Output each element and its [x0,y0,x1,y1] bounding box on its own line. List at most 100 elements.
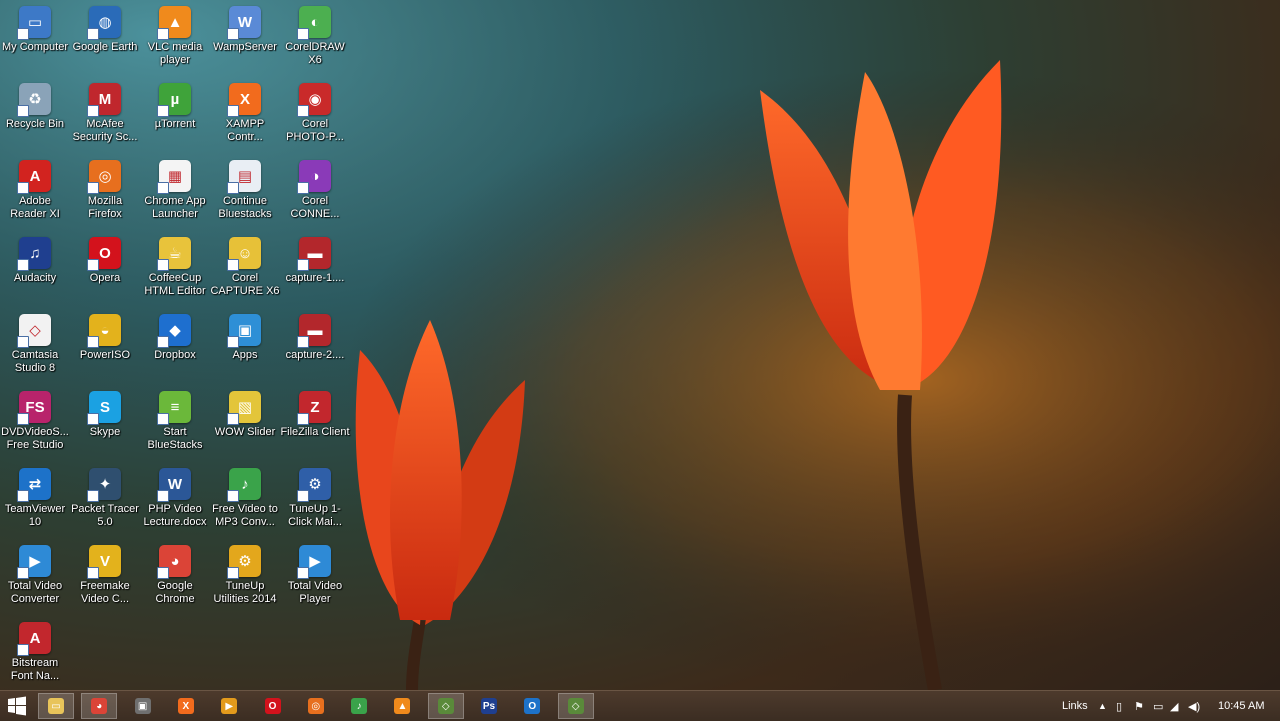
desktop-icon[interactable]: ⇄ TeamViewer 10 [0,464,70,529]
desktop-icon-label: CorelDRAW X6 [285,41,345,66]
volume-icon[interactable]: ◀) [1188,700,1200,713]
taskbar-button[interactable]: ▭ [38,693,74,719]
desktop-icon[interactable]: FS DVDVideoS... Free Studio [0,387,70,452]
signal-icon[interactable]: ◢ [1170,700,1178,713]
desktop-icon[interactable]: ◉ Corel PHOTO-P... [280,79,350,144]
desktop-icon-label: Apps [232,349,258,361]
taskbar-button[interactable]: ◇ [427,693,464,719]
desktop-icon[interactable]: ▦ Chrome App Launcher [140,156,210,221]
desktop-icon[interactable]: ◍ Google Earth [70,2,140,54]
taskbar-button[interactable]: O [514,693,550,719]
desktop-icon[interactable]: ⚙ TuneUp 1-Click Mai... [280,464,350,529]
battery-icon[interactable]: ▭ [1153,700,1163,713]
desktop-icon[interactable]: ◕ Google Chrome [140,541,210,606]
desktop-icon[interactable]: ♻ Recycle Bin [0,79,70,131]
taskbar-button[interactable]: O [255,693,291,719]
corel-capture-icon: ☺ [227,237,261,271]
desktop-icon[interactable]: ◎ Mozilla Firefox [70,156,140,221]
google-earth-icon: ◍ [87,6,121,40]
desktop-icon[interactable]: O Opera [70,233,140,285]
desktop-icon[interactable]: ◐ CorelDRAW X6 [280,2,350,67]
desktop-icon[interactable]: ▣ Apps [210,310,280,362]
desktop-icon[interactable]: ▬ capture-2.... [280,310,350,362]
desktop-icon-label: PowerISO [79,349,131,361]
desktop-icon-label: Corel PHOTO-P... [286,118,344,143]
tuneup-utilities-icon: ⚙ [227,545,261,579]
desktop-icon[interactable]: ⚙ TuneUp Utilities 2014 [210,541,280,606]
desktop-icon[interactable]: ◆ Dropbox [140,310,210,362]
poweriso-icon: ◒ [87,314,121,348]
wow-slider-icon: ▧ [227,391,261,425]
desktop-icon-label: PHP Video Lecture.docx [143,503,207,528]
desktop-icon[interactable]: ☕ CoffeeCup HTML Editor [140,233,210,298]
desktop-icon[interactable]: ▧ WOW Slider [210,387,280,439]
file-explorer-icon: ▭ [48,698,64,714]
desktop-icon[interactable]: ♫ Audacity [0,233,70,285]
desktop-icon[interactable]: V Freemake Video C... [70,541,140,606]
desktop-icon[interactable]: ◒ PowerISO [70,310,140,362]
desktop-icon[interactable]: A Adobe Reader XI [0,156,70,221]
taskbar-button[interactable]: ◕ [81,693,118,719]
desktop-icon-label: Continue Bluestacks [218,195,272,220]
taskbar-button[interactable]: ◎ [298,693,334,719]
taskbar-button[interactable]: ♪ [341,693,377,719]
adobe-reader-icon: A [17,160,51,194]
taskbar-button[interactable]: X [168,693,204,719]
desktop-icon[interactable]: ▬ capture-1.... [280,233,350,285]
desktop-icon[interactable]: X XAMPP Contr... [210,79,280,144]
desktop-icon[interactable]: A Bitstream Font Na... [0,618,70,683]
desktop-icon[interactable]: M McAfee Security Sc... [70,79,140,144]
desktop-icon[interactable]: µ µTorrent [140,79,210,131]
desktop-icon-label: Google Chrome [155,580,195,605]
desktop-icon[interactable]: ≡ Start BlueStacks [140,387,210,452]
desktop-icon[interactable]: ▶ Total Video Player [280,541,350,606]
desktop-icon-label: Opera [89,272,121,284]
video-to-mp3-icon: ♪ [351,698,368,714]
bluestacks-continue-icon: ▤ [227,160,261,194]
taskbar-button[interactable]: ▲ [384,693,420,719]
desktop-icon[interactable]: W PHP Video Lecture.docx [140,464,210,529]
desktop-icon[interactable]: ▲ VLC media player [140,2,210,67]
desktop-icon-label: Corel CAPTURE X6 [210,272,280,297]
photoshop-icon: Ps [481,698,497,714]
bitstream-font-icon: A [17,622,51,656]
desktop-icon-label: TuneUp 1-Click Mai... [288,503,342,528]
chrome-app-launcher-icon: ▦ [157,160,191,194]
desktop-icon[interactable]: ◑ Corel CONNE... [280,156,350,221]
desktop-icon[interactable]: ▶ Total Video Converter [0,541,70,606]
computer-icon: ▭ [17,6,51,40]
windows-start-icon[interactable] [6,696,28,716]
desktop-icon[interactable]: Z FileZilla Client [280,387,350,439]
desktop-icon[interactable]: S Skype [70,387,140,439]
desktop-icon-label: Camtasia Studio 8 [11,349,59,374]
network-flag-icon[interactable]: ⚑ [1134,700,1144,713]
taskbar-button[interactable]: ▶ [211,693,247,719]
audacity-icon: ♫ [17,237,51,271]
desktop-icon-label: Audacity [13,272,57,284]
taskbar-button[interactable]: Ps [471,693,507,719]
desktop-icon-label: Start BlueStacks [147,426,203,451]
desktop-icon[interactable]: ✦ Packet Tracer 5.0 [70,464,140,529]
recycle-bin-icon: ♻ [17,83,51,117]
apps-icon: ▣ [227,314,261,348]
desktop-icon-label: TuneUp Utilities 2014 [213,580,277,605]
video-file-icon: ▬ [297,314,331,348]
chevron-up-icon[interactable]: ▲ [1098,701,1107,711]
desktop-icon[interactable]: ◇ Camtasia Studio 8 [0,310,70,375]
system-tray: Links ▲ ▯ ⚑ ▭ ◢ ◀) 10:45 AM [1050,691,1280,721]
action-center-icon[interactable]: ▯ [1116,700,1122,713]
desktop-icon[interactable]: ♪ Free Video to MP3 Conv... [210,464,280,529]
desktop-icon[interactable]: W WampServer [210,2,280,54]
desktop-icon-label: WOW Slider [214,426,276,438]
desktop-icon[interactable]: ☺ Corel CAPTURE X6 [210,233,280,298]
taskbar-button[interactable]: ▣ [125,693,161,719]
desktop-icon[interactable]: ▤ Continue Bluestacks [210,156,280,221]
taskbar-button[interactable]: ◇ [557,693,594,719]
desktop-icon-label: XAMPP Contr... [225,118,265,143]
links-toolbar[interactable]: Links [1062,700,1088,712]
player-icon: ▶ [221,698,238,714]
desktop-icon-label: Freemake Video C... [80,580,130,605]
desktop-icon[interactable]: ▭ My Computer [0,2,70,54]
dvdvideosoft-icon: FS [17,391,51,425]
clock[interactable]: 10:45 AM [1218,700,1264,712]
